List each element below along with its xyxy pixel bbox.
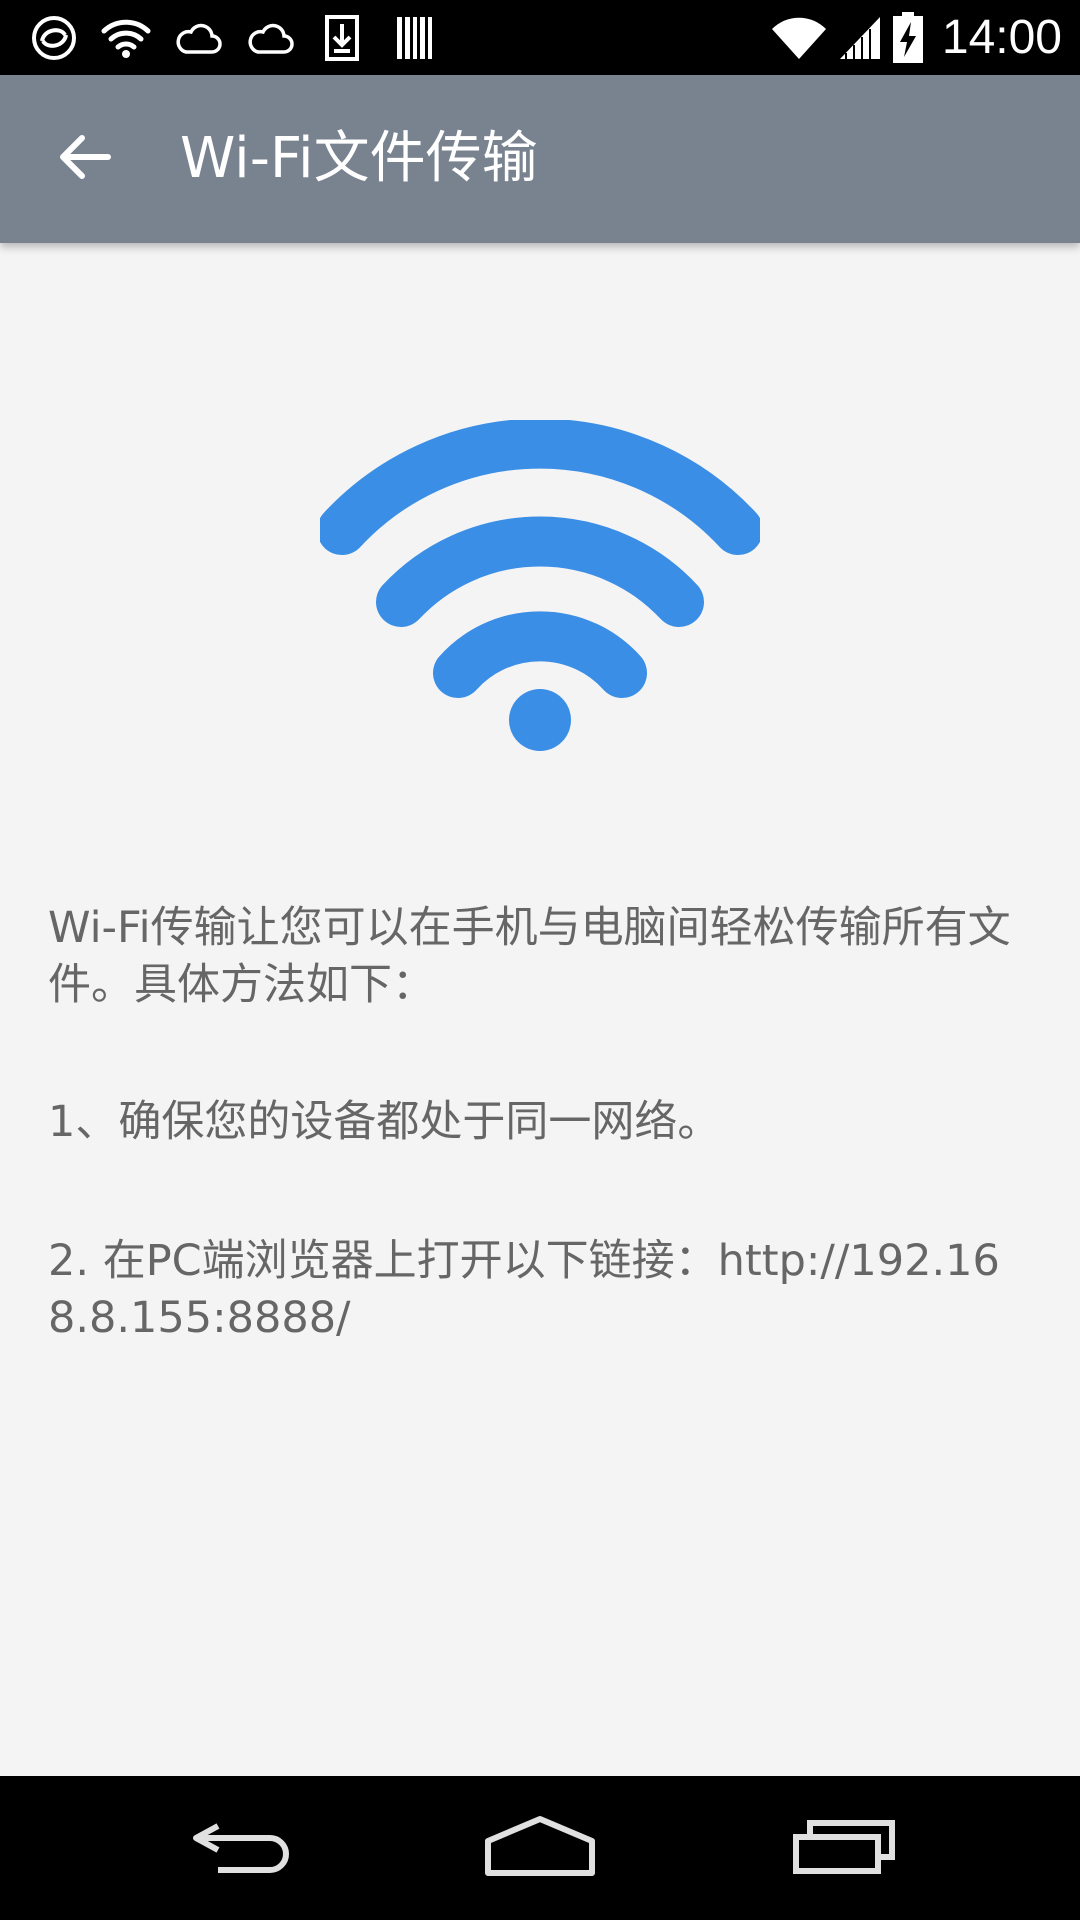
cell-signal-icon (838, 12, 882, 64)
step-1-text: 1、确保您的设备都处于同一网络。 (48, 1097, 721, 1147)
system-status-icons: 14:00 (770, 10, 1062, 66)
back-button[interactable] (40, 119, 130, 199)
app-bar: Wi-Fi文件传输 (0, 75, 1080, 243)
arrow-back-icon (58, 132, 112, 186)
recents-icon (792, 1817, 896, 1879)
home-icon (484, 1815, 596, 1881)
instructions: Wi-Fi传输让您可以在手机与电脑间轻松传输所有文件。具体方法如下： 1、确保您… (48, 900, 1038, 1347)
wifi-signal-icon (770, 12, 828, 64)
nav-recents-button[interactable] (774, 1798, 914, 1898)
status-bar: 14:00 (0, 0, 1080, 75)
page-title: Wi-Fi文件传输 (180, 126, 538, 191)
back-icon (188, 1816, 292, 1880)
clock: 14:00 (941, 11, 1062, 64)
cloud-icon (172, 12, 224, 64)
nav-home-button[interactable] (470, 1798, 610, 1898)
barcode-icon (388, 12, 440, 64)
wifi-icon (317, 418, 763, 760)
sync-icon (28, 12, 80, 64)
cloud-icon (244, 12, 296, 64)
nav-back-button[interactable] (170, 1798, 310, 1898)
step-2-text: 2. 在PC端浏览器上打开以下链接：http://192.168.8.155:8… (48, 1236, 1000, 1343)
screen: 14:00 Wi-Fi文件传输 Wi-Fi传输让您可以在手机与电脑间轻松传输所有… (0, 0, 1080, 1920)
download-icon (316, 12, 368, 64)
intro-text: Wi-Fi传输让您可以在手机与电脑间轻松传输所有文件。具体方法如下： (48, 903, 1011, 1010)
battery-charging-icon (892, 12, 924, 64)
notification-icons (28, 12, 460, 64)
navigation-bar (0, 1776, 1080, 1920)
wifi-notification-icon (100, 12, 152, 64)
